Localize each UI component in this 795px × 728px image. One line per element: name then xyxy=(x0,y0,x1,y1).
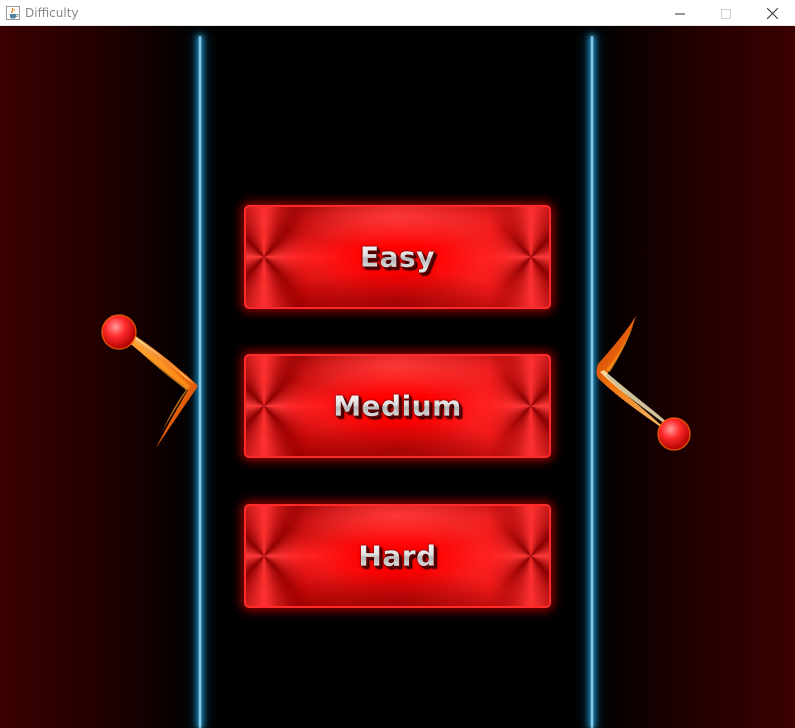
right-neon-wall xyxy=(590,36,594,728)
close-button[interactable] xyxy=(749,0,795,26)
easy-button[interactable]: Easy xyxy=(244,205,551,309)
minimize-icon xyxy=(675,4,685,23)
medium-label: Medium xyxy=(246,390,549,423)
fireball-right-icon xyxy=(596,316,691,451)
close-icon xyxy=(766,4,778,23)
easy-label: Easy xyxy=(246,241,549,274)
medium-button[interactable]: Medium xyxy=(244,354,551,458)
hard-button[interactable]: Hard xyxy=(244,504,551,608)
hard-label: Hard xyxy=(246,540,549,573)
game-canvas: Easy Medium Hard xyxy=(0,26,795,728)
fireball-left-icon xyxy=(101,314,198,448)
window-title: Difficulty xyxy=(25,6,79,20)
title-bar: Difficulty xyxy=(0,0,795,26)
maximize-button[interactable] xyxy=(703,0,749,26)
difficulty-window: Difficulty Easy Medium Hard xyxy=(0,0,795,728)
minimize-button[interactable] xyxy=(657,0,703,26)
java-cup-icon xyxy=(5,5,21,21)
maximize-icon xyxy=(721,4,731,23)
